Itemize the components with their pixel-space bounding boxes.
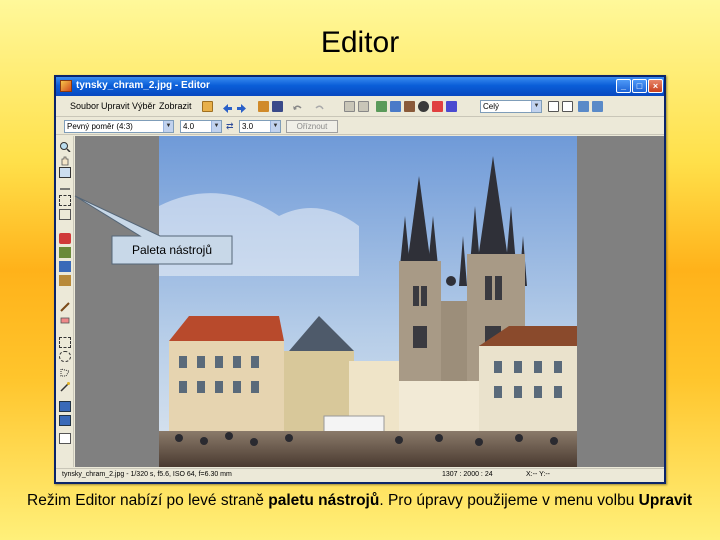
paste-icon[interactable] — [358, 101, 369, 112]
clone-tool-icon[interactable] — [59, 261, 71, 272]
width-input[interactable]: 4.0 ▼ — [180, 120, 222, 133]
height-value: 3.0 — [242, 122, 254, 131]
mask-tool-icon[interactable] — [59, 415, 71, 426]
menu-upravit[interactable]: Upravit — [101, 101, 130, 111]
chevron-down-icon: ▼ — [163, 121, 173, 132]
close-button[interactable]: × — [648, 79, 663, 93]
photo-tyn-church — [159, 136, 577, 467]
callout-label: Paleta nástrojů — [131, 243, 213, 257]
menu-zobrazit[interactable]: Zobrazit — [159, 101, 192, 111]
tool-palette — [56, 136, 74, 467]
hand-tool-icon[interactable] — [59, 153, 71, 166]
chevron-down-icon: ▼ — [531, 101, 541, 112]
status-dimensions: 1307 : 2000 : 24 — [442, 471, 493, 478]
crop-tool-icon[interactable] — [59, 167, 71, 178]
height-input[interactable]: 3.0 ▼ — [239, 120, 281, 133]
browse-icon[interactable] — [258, 101, 269, 112]
forward-arrow-icon[interactable] — [236, 101, 247, 113]
ellipse-select-icon[interactable] — [59, 351, 71, 362]
actual-size-icon[interactable] — [562, 101, 573, 112]
caption-part2: . Pro úpravy použijeme v menu volbu — [379, 492, 639, 509]
aspect-preset-select[interactable]: Pevný poměr (4:3) ▼ — [64, 120, 174, 133]
rotate-icon[interactable] — [390, 101, 401, 112]
zoom-tool-icon[interactable] — [59, 139, 71, 153]
window-title: tynsky_chram_2.jpg - Editor — [76, 80, 210, 91]
status-bar: tynsky_chram_2.jpg - 1/320 s, f5.6, ISO … — [56, 468, 664, 482]
redeye-tool-icon[interactable] — [59, 233, 71, 244]
effects-icon[interactable] — [418, 101, 429, 112]
menu-vyber[interactable]: Výběr — [132, 101, 156, 111]
chevron-down-icon: ▼ — [211, 121, 221, 132]
swap-icon[interactable]: ⇄ — [226, 121, 234, 132]
status-cursor: X:-- Y:-- — [526, 471, 550, 478]
crop-toolbar: Pevný poměr (4:3) ▼ 4.0 ▼ ⇄ 3.0 ▼ Oříznout — [56, 118, 664, 135]
zoom-in-icon[interactable] — [578, 101, 589, 112]
color-mode-select[interactable]: Celý ▼ — [480, 100, 542, 113]
eraser-tool-icon[interactable] — [59, 313, 71, 324]
color-icon[interactable] — [446, 101, 457, 112]
resize-icon[interactable] — [376, 101, 387, 112]
frame-tool-icon[interactable] — [59, 209, 71, 220]
canvas-area[interactable] — [75, 136, 664, 467]
maximize-button[interactable]: □ — [632, 79, 647, 93]
open-folder-icon[interactable] — [202, 101, 213, 112]
chevron-down-icon: ▼ — [270, 121, 280, 132]
menu-bar: Soubor Upravit Výběr Zobrazit Celý ▼ — [56, 97, 664, 117]
caption-bold1: paletu nástrojů — [268, 492, 380, 509]
straighten-tool-icon[interactable] — [59, 181, 71, 192]
redo-icon[interactable] — [314, 101, 325, 112]
brush-tool-icon[interactable] — [59, 299, 71, 312]
app-icon — [60, 80, 72, 92]
fill-tool-icon[interactable] — [59, 247, 71, 258]
title-bar[interactable]: tynsky_chram_2.jpg - Editor _ □ × — [56, 77, 664, 96]
status-file-info: tynsky_chram_2.jpg - 1/320 s, f5.6, ISO … — [62, 471, 232, 478]
layer-tool-icon[interactable] — [59, 401, 71, 412]
redeye-icon[interactable] — [432, 101, 443, 112]
select-rect-icon[interactable] — [59, 195, 71, 206]
caption-bold2: Upravit — [638, 492, 693, 509]
crop-button[interactable]: Oříznout — [286, 120, 338, 133]
magic-wand-icon[interactable] — [59, 379, 71, 392]
slide-caption: Režim Editor nabízí po levé straně palet… — [27, 491, 707, 511]
undo-icon[interactable] — [292, 101, 303, 112]
menu-soubor[interactable]: Soubor — [70, 101, 99, 111]
caption-part1: Režim Editor nabízí po levé straně — [27, 492, 269, 509]
minimize-button[interactable]: _ — [616, 79, 631, 93]
aspect-preset-value: Pevný poměr (4:3) — [67, 122, 133, 131]
back-arrow-icon[interactable] — [222, 101, 233, 113]
save-icon[interactable] — [272, 101, 283, 112]
crop-tool-icon[interactable] — [404, 101, 415, 112]
rect-select-icon[interactable] — [59, 337, 71, 348]
width-value: 4.0 — [183, 122, 195, 131]
text-tool-icon[interactable] — [59, 433, 71, 444]
lasso-tool-icon[interactable] — [59, 365, 71, 377]
editor-window: tynsky_chram_2.jpg - Editor _ □ × Soubor… — [54, 75, 666, 484]
copy-icon[interactable] — [344, 101, 355, 112]
color-mode-value: Celý — [483, 102, 500, 111]
slide-title: Editor — [320, 26, 400, 59]
retouch-tool-icon[interactable] — [59, 275, 71, 286]
zoom-out-icon[interactable] — [592, 101, 603, 112]
fit-icon[interactable] — [548, 101, 559, 112]
